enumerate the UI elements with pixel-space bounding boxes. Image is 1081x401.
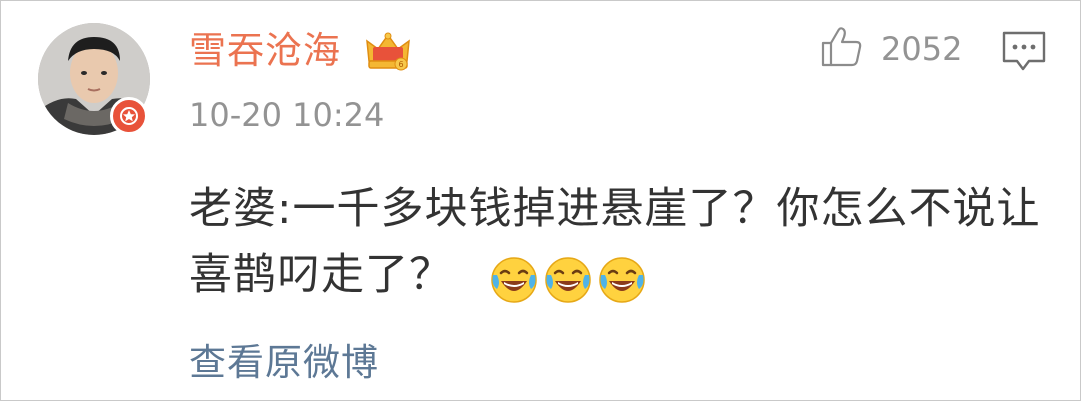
like-count: 2052 <box>881 30 963 68</box>
comment-body: 老婆:一千多块钱掉进悬崖了？你怎么不说让喜鹊叼走了？ <box>189 176 1049 311</box>
svg-text:6: 6 <box>399 60 404 69</box>
laughing-tears-emoji-icon <box>597 255 647 305</box>
thumbs-up-icon <box>819 25 863 73</box>
laughing-tears-emoji-icon <box>543 255 593 305</box>
comment-card: 雪吞沧海 6 10-20 10:24 2052 老婆:一千多块钱掉进悬崖了？你怎… <box>0 0 1081 401</box>
verified-badge-icon <box>110 97 148 135</box>
view-original-link[interactable]: 查看原微博 <box>189 339 379 387</box>
comment-timestamp: 10-20 10:24 <box>189 96 385 134</box>
like-button[interactable]: 2052 <box>819 25 962 73</box>
comment-bubble-icon <box>1001 31 1047 77</box>
crown-icon: 6 <box>365 31 411 71</box>
laughing-tears-emoji-icon <box>489 255 539 305</box>
reply-button[interactable] <box>1001 29 1047 73</box>
emoji-group <box>489 245 651 311</box>
username[interactable]: 雪吞沧海 <box>189 27 341 75</box>
